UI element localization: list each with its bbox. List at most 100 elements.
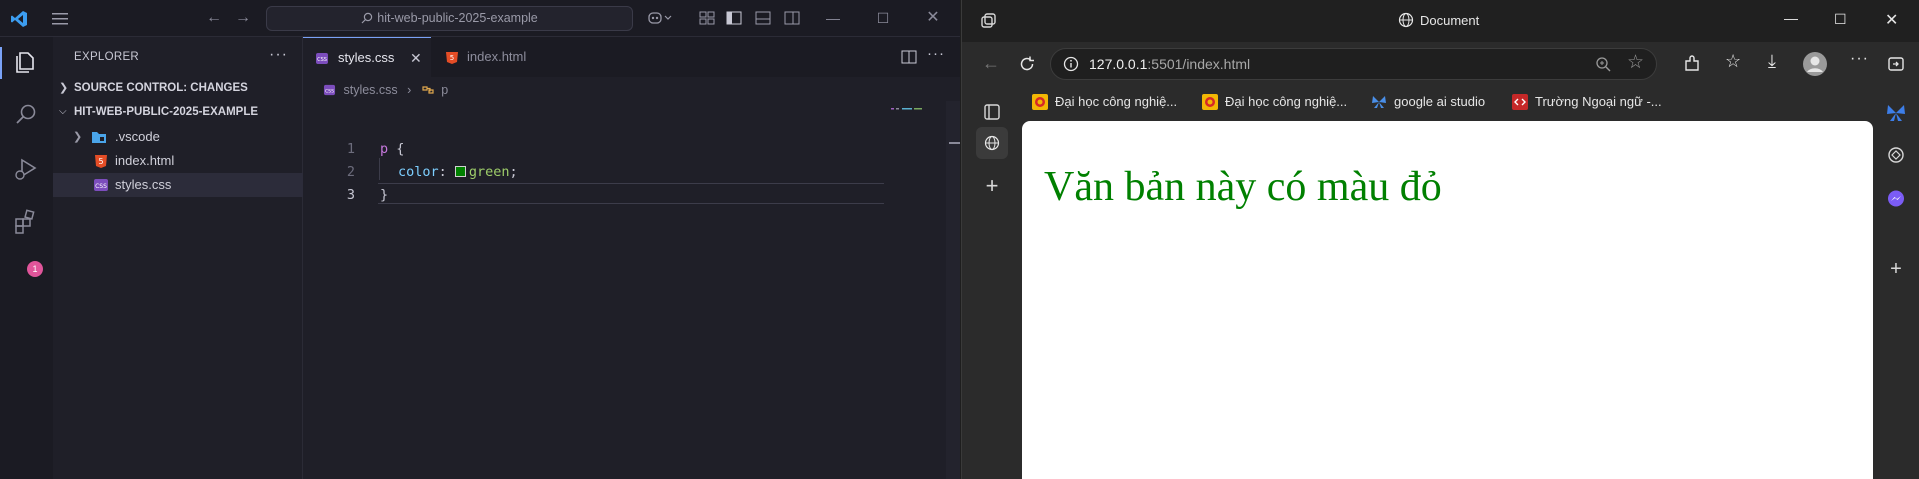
extensions-icon[interactable] bbox=[1682, 54, 1702, 74]
symbol-class-icon bbox=[422, 86, 434, 94]
favorite-item[interactable]: Đại học công nghiệ... bbox=[1202, 86, 1362, 118]
chevron-down-icon: ⌵ bbox=[59, 106, 67, 117]
command-center-search[interactable]: hit-web-public-2025-example bbox=[266, 6, 633, 31]
tree-item-vscode-folder[interactable]: ❯ .vscode bbox=[53, 125, 303, 149]
extensions-badge: 1 bbox=[27, 261, 43, 277]
editor-more-icon[interactable]: ··· bbox=[927, 45, 945, 62]
favorite-item[interactable]: google ai studio bbox=[1371, 86, 1501, 118]
project-label: HIT-WEB-PUBLIC-2025-EXAMPLE bbox=[74, 106, 259, 118]
globe-icon bbox=[984, 135, 1000, 151]
url-text: 127.0.0.1:5501/index.html bbox=[1089, 49, 1250, 79]
close-icon[interactable]: ✕ bbox=[1885, 10, 1898, 30]
messenger-icon[interactable] bbox=[1885, 188, 1907, 210]
extensions-icon[interactable] bbox=[11, 207, 41, 237]
search-text: hit-web-public-2025-example bbox=[377, 11, 538, 25]
profile-avatar-icon[interactable] bbox=[1802, 51, 1828, 77]
bing-chat-icon[interactable] bbox=[1885, 102, 1907, 124]
code-editor[interactable]: 1 2 3 p { color: green; } bbox=[303, 101, 960, 479]
tab-close-icon[interactable]: ✕ bbox=[410, 38, 422, 78]
explorer-sidebar: EXPLORER ··· ❯ SOURCE CONTROL: CHANGES ⌵… bbox=[53, 37, 303, 479]
downloads-icon[interactable]: ⤓ bbox=[1768, 51, 1776, 72]
line-number: 1 bbox=[346, 141, 355, 157]
workspaces-icon[interactable] bbox=[979, 12, 997, 30]
source-control-label: SOURCE CONTROL: CHANGES bbox=[74, 82, 248, 94]
minimize-icon[interactable]: — bbox=[1784, 10, 1798, 26]
browser-sidebar: + bbox=[1873, 86, 1919, 479]
open-brace: { bbox=[388, 141, 405, 157]
project-section[interactable]: ⌵ HIT-WEB-PUBLIC-2025-EXAMPLE bbox=[53, 101, 303, 123]
vertical-tab-document[interactable] bbox=[976, 127, 1008, 159]
breadcrumb-separator-icon: › bbox=[407, 82, 412, 97]
code-line-1: p { bbox=[380, 141, 404, 157]
favorite-item[interactable]: Trường Ngoại ngữ -... bbox=[1512, 86, 1672, 118]
favorite-label: Đại học công nghiệ... bbox=[1055, 94, 1178, 109]
add-sidebar-app-icon[interactable]: + bbox=[1885, 258, 1907, 280]
favorite-item[interactable]: Đại học công nghiệ... bbox=[1032, 86, 1192, 118]
code-icon bbox=[1512, 94, 1528, 110]
tab-index-html[interactable]: 5 index.html bbox=[431, 37, 561, 77]
browser-toolbar: ← 127.0.0.1:5501/index.html ☆ ☆ ⤓ ··· bbox=[962, 42, 1919, 86]
tree-item-index-html[interactable]: 5 index.html bbox=[53, 149, 303, 173]
tree-item-label: .vscode bbox=[115, 129, 160, 144]
breadcrumb-symbol[interactable]: p bbox=[441, 80, 448, 100]
run-debug-icon[interactable] bbox=[11, 154, 41, 184]
new-tab-plus-icon[interactable]: + bbox=[976, 170, 1008, 202]
svg-text:CSS: CSS bbox=[95, 183, 107, 190]
hamburger-menu-icon[interactable] bbox=[50, 9, 70, 29]
vscode-titlebar: ← → hit-web-public-2025-example — ☐ ✕ bbox=[0, 0, 960, 37]
close-icon[interactable]: ✕ bbox=[923, 8, 943, 28]
haui-logo-icon bbox=[1032, 94, 1048, 110]
more-actions-icon[interactable]: ··· bbox=[269, 46, 288, 64]
folder-icon bbox=[92, 132, 106, 143]
tree-item-styles-css[interactable]: CSS styles.css bbox=[53, 173, 303, 197]
toggle-primary-sidebar-icon[interactable] bbox=[725, 10, 743, 26]
split-editor-icon[interactable] bbox=[900, 49, 918, 65]
source-control-section[interactable]: ❯ SOURCE CONTROL: CHANGES bbox=[53, 77, 303, 99]
copilot-icon[interactable] bbox=[647, 10, 673, 26]
favorite-label: google ai studio bbox=[1394, 94, 1486, 109]
tab-actions-icon[interactable] bbox=[976, 96, 1008, 128]
browser-tab-title[interactable]: Document bbox=[1398, 12, 1479, 28]
settings-more-icon[interactable]: ··· bbox=[1850, 50, 1869, 68]
back-arrow-icon[interactable]: ← bbox=[205, 9, 223, 27]
svg-text:CSS: CSS bbox=[325, 88, 334, 94]
toggle-secondary-sidebar-icon[interactable] bbox=[783, 10, 801, 26]
html-file-icon: 5 bbox=[95, 155, 107, 168]
tab-styles-css[interactable]: CSS styles.css ✕ bbox=[303, 37, 431, 77]
css-file-icon: CSS bbox=[323, 84, 336, 95]
address-bar[interactable]: 127.0.0.1:5501/index.html ☆ bbox=[1050, 48, 1657, 80]
customize-layout-icon[interactable] bbox=[698, 10, 716, 26]
edge-browser-window: Document — ☐ ✕ ← 127.0.0.1:5501/index.ht… bbox=[961, 0, 1919, 479]
breadcrumb-file[interactable]: styles.css bbox=[343, 80, 397, 100]
css-property: color bbox=[398, 164, 439, 180]
minimize-icon[interactable]: — bbox=[823, 8, 843, 28]
maximize-icon[interactable]: ☐ bbox=[1834, 11, 1847, 28]
css-value: green bbox=[468, 164, 510, 180]
forward-arrow-icon[interactable]: → bbox=[234, 9, 252, 27]
favorite-star-icon[interactable]: ☆ bbox=[1627, 51, 1644, 74]
globe-icon bbox=[1398, 12, 1414, 28]
color-swatch-icon[interactable] bbox=[454, 166, 466, 177]
refresh-icon[interactable] bbox=[1018, 55, 1036, 73]
maximize-icon[interactable]: ☐ bbox=[873, 8, 893, 28]
line-number: 3 bbox=[346, 187, 355, 203]
editor-scrollbar[interactable] bbox=[946, 101, 960, 479]
url-path: :5501/index.html bbox=[1147, 56, 1251, 72]
chatgpt-icon[interactable] bbox=[1885, 144, 1907, 166]
sidebar-toggle-icon[interactable] bbox=[1887, 55, 1905, 73]
toggle-panel-icon[interactable] bbox=[754, 10, 772, 26]
code-line-3: } bbox=[380, 187, 388, 203]
site-info-icon[interactable] bbox=[1063, 56, 1079, 72]
page-heading: Văn bản này có màu đỏ bbox=[1044, 164, 1442, 210]
explorer-icon[interactable] bbox=[11, 47, 41, 77]
browser-titlebar: Document — ☐ ✕ bbox=[962, 0, 1919, 42]
svg-text:5: 5 bbox=[450, 54, 454, 62]
back-arrow-icon[interactable]: ← bbox=[982, 53, 1000, 74]
zoom-icon[interactable] bbox=[1595, 56, 1612, 73]
line-number: 2 bbox=[346, 164, 355, 180]
search-icon[interactable] bbox=[11, 100, 41, 130]
vscode-logo-icon bbox=[11, 11, 27, 27]
tree-item-label: index.html bbox=[115, 153, 175, 168]
favorites-icon[interactable]: ☆ bbox=[1725, 51, 1741, 72]
favorite-label: Trường Ngoại ngữ -... bbox=[1535, 94, 1662, 109]
